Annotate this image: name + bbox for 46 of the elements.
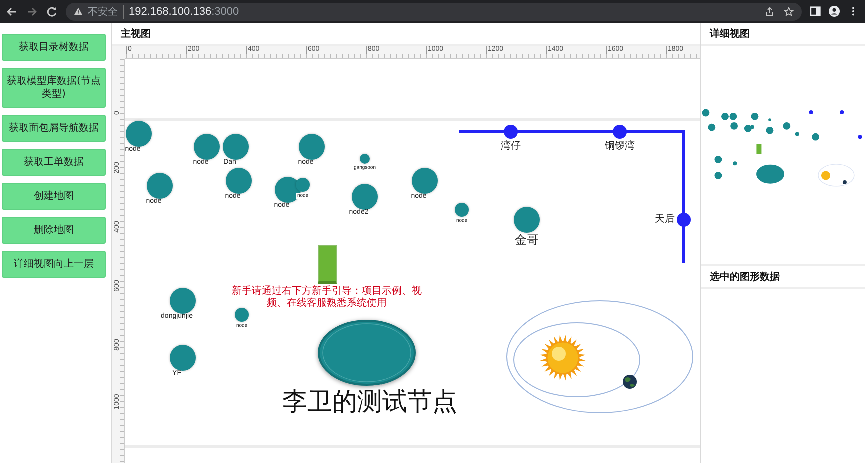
- earth-drawing: [623, 375, 637, 389]
- bar-node: [318, 245, 337, 284]
- sidebar-button[interactable]: 详细视图向上一层: [2, 251, 106, 278]
- sidebar-button[interactable]: 获取目录树数据: [2, 34, 106, 61]
- node-circle: [194, 134, 220, 160]
- sidebar-button[interactable]: 获取模型库数据(节点类型): [2, 68, 106, 108]
- share-icon[interactable]: [765, 6, 775, 16]
- security-label: 不安全: [88, 4, 124, 18]
- back-arrow-icon[interactable]: [6, 6, 18, 18]
- node-circle: [352, 184, 378, 210]
- station-label: 湾仔: [501, 141, 521, 153]
- station-marker: [677, 213, 691, 227]
- sidebar-button[interactable]: 删除地图: [2, 217, 106, 244]
- node-circle: [299, 134, 325, 160]
- sidebar-button[interactable]: 获取面包屑导航数据: [2, 115, 106, 142]
- node-circle: [126, 121, 152, 147]
- hint-text: 新手请通过右下方新手引导：项目示例、视频、在线客服熟悉系统使用: [232, 286, 422, 310]
- reload-icon[interactable]: [46, 6, 58, 18]
- station-marker: [504, 125, 518, 139]
- star-icon[interactable]: [784, 6, 794, 16]
- node-circle: [147, 173, 173, 199]
- node-circle: [170, 288, 196, 314]
- panel-title: 选中的图形数据: [701, 266, 865, 289]
- station-label: 铜锣湾: [605, 141, 635, 153]
- node-circle: [514, 207, 540, 233]
- node-circle: [455, 203, 469, 217]
- node-circle: [170, 345, 196, 371]
- url-text: 192.168.100.136:3000: [129, 6, 240, 18]
- side-panel-icon[interactable]: [810, 6, 821, 17]
- address-bar[interactable]: 不安全 192.168.100.136:3000: [66, 2, 802, 20]
- panel-title: 详细视图: [701, 23, 865, 46]
- station-marker: [613, 125, 627, 139]
- sun-drawing: [540, 335, 586, 381]
- sidebar-button[interactable]: 获取工单数据: [2, 149, 106, 176]
- sidebar-button[interactable]: 创建地图: [2, 183, 106, 210]
- forward-arrow-icon[interactable]: [26, 6, 38, 18]
- node-circle: [223, 134, 249, 160]
- warning-icon: [74, 7, 83, 16]
- node-circle: [360, 154, 370, 164]
- node-circle: [412, 168, 438, 194]
- profile-icon[interactable]: [829, 6, 840, 17]
- node-circle: [226, 168, 252, 194]
- caption-text: 李卫的测试节点: [282, 387, 458, 417]
- station-label: 天后: [655, 214, 675, 226]
- node-label: 金哥: [515, 233, 539, 247]
- node-circle: [235, 308, 249, 322]
